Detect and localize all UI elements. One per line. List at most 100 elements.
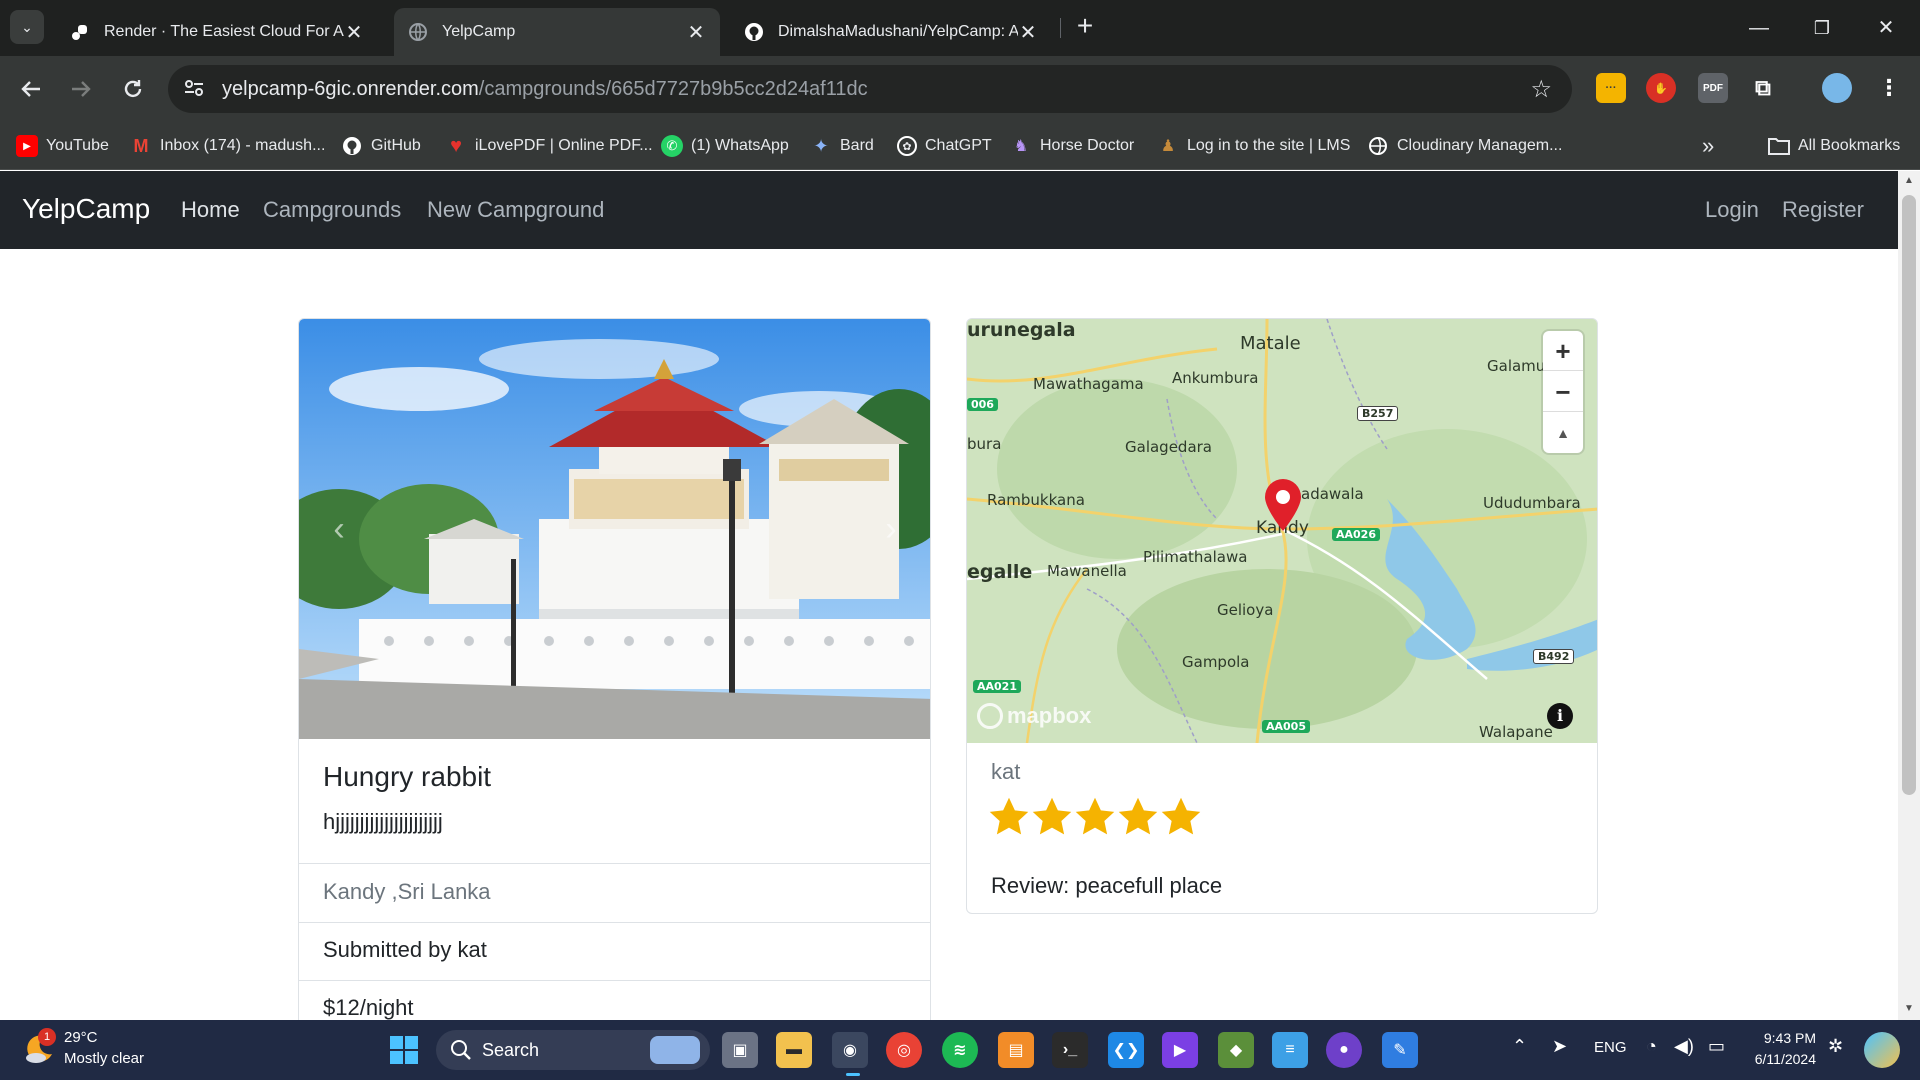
file-explorer-icon[interactable]: ▬: [776, 1032, 812, 1068]
bookmark-gmail[interactable]: M Inbox (174) - madush...: [130, 132, 326, 160]
map-label: Galagedara: [1125, 438, 1212, 456]
bookmark-label: iLovePDF | Online PDF...: [475, 137, 653, 154]
forward-button[interactable]: [64, 72, 98, 106]
road-badge: AA021: [973, 680, 1021, 693]
close-window-button[interactable]: ✕: [1872, 14, 1900, 42]
tab-search-button[interactable]: ⌄: [10, 10, 44, 44]
pdf-app-icon[interactable]: ▤: [998, 1032, 1034, 1068]
carousel-prev-button[interactable]: ‹: [319, 509, 359, 549]
bookmark-ilovepdf[interactable]: ♥ iLovePDF | Online PDF...: [445, 132, 653, 160]
paint-icon[interactable]: ✎: [1382, 1032, 1418, 1068]
nav-campgrounds[interactable]: Campgrounds: [263, 197, 401, 223]
nav-register[interactable]: Register: [1782, 197, 1864, 223]
map-label: Matale: [1240, 333, 1301, 354]
location-icon[interactable]: ➤: [1552, 1036, 1567, 1057]
battery-icon[interactable]: ▭: [1708, 1036, 1725, 1057]
bookmarks-overflow-button[interactable]: »: [1702, 132, 1714, 160]
windows-start-icon[interactable]: [386, 1032, 422, 1068]
github-desktop-icon[interactable]: ●: [1326, 1032, 1362, 1068]
new-tab-button[interactable]: +: [1070, 12, 1100, 42]
compass-icon[interactable]: ▲: [1543, 413, 1583, 453]
git-app-icon[interactable]: ◆: [1218, 1032, 1254, 1068]
task-view-icon[interactable]: ▣: [722, 1032, 758, 1068]
zoom-in-button[interactable]: +: [1543, 331, 1583, 371]
tab-github[interactable]: DimalshaMadushani/YelpCamp: A ✕: [730, 8, 1052, 56]
clock-date[interactable]: 6/11/2024: [1734, 1051, 1816, 1067]
carousel-next-button[interactable]: ›: [871, 509, 911, 549]
clock-time[interactable]: 9:43 PM: [1756, 1030, 1816, 1046]
close-tab-icon[interactable]: ✕: [344, 20, 364, 45]
temple-photo: [299, 319, 930, 739]
vscode-icon[interactable]: ❮❯: [1108, 1032, 1144, 1068]
scroll-up-icon[interactable]: ▲: [1902, 175, 1916, 186]
back-button[interactable]: [14, 72, 48, 106]
mapbox-mark-icon: [977, 703, 1003, 729]
github-icon: [341, 135, 363, 157]
browser-tab-strip: ⌄ Render · The Easiest Cloud For All ✕ Y…: [0, 0, 1920, 56]
nav-home[interactable]: Home: [181, 197, 240, 223]
language-indicator[interactable]: ENG: [1594, 1039, 1627, 1056]
bookmark-github[interactable]: GitHub: [341, 132, 421, 160]
bookmark-label: Cloudinary Managem...: [1397, 137, 1563, 154]
campground-map[interactable]: urunegala Matale Galamu Mawathagama Anku…: [967, 319, 1597, 743]
spotify-icon[interactable]: ≋: [942, 1032, 978, 1068]
scrollbar-thumb[interactable]: [1902, 195, 1916, 795]
tab-yelpcamp[interactable]: YelpCamp ✕: [394, 8, 720, 56]
chrome-profile-icon[interactable]: ◉: [832, 1032, 868, 1068]
campground-title: Hungry rabbit: [323, 761, 492, 792]
pdf-extension-icon[interactable]: PDF: [1698, 73, 1728, 103]
taskbar-search[interactable]: Search: [436, 1030, 710, 1070]
bookmark-horse-doctor[interactable]: ♞ Horse Doctor: [1010, 132, 1134, 160]
wifi-icon[interactable]: ◔: [1646, 1036, 1657, 1057]
browser-menu-icon[interactable]: ⋮: [1874, 73, 1904, 103]
bookmark-youtube[interactable]: ▶ YouTube: [16, 132, 109, 160]
restore-button[interactable]: ❐: [1808, 14, 1836, 42]
page-scrollbar[interactable]: ▲ ▼: [1898, 171, 1920, 1020]
mapbox-logo[interactable]: mapbox: [977, 703, 1091, 729]
site-brand[interactable]: YelpCamp: [22, 193, 150, 225]
nav-new-campground[interactable]: New Campground: [427, 197, 604, 223]
focus-settings-icon[interactable]: ✲: [1828, 1036, 1843, 1057]
bookmark-star-icon[interactable]: ☆: [1530, 75, 1552, 104]
tray-overflow-icon[interactable]: ⌃: [1512, 1036, 1527, 1057]
adblock-extension-icon[interactable]: ✋: [1646, 73, 1676, 103]
bookmarks-bar: ▶ YouTube M Inbox (174) - madush... GitH…: [0, 122, 1920, 170]
bookmark-cloudinary[interactable]: Cloudinary Managem...: [1367, 132, 1562, 160]
map-label: Mawathagama: [1033, 375, 1144, 393]
terminal-icon[interactable]: ›_: [1052, 1032, 1088, 1068]
close-tab-icon[interactable]: ✕: [686, 20, 706, 45]
nav-login[interactable]: Login: [1705, 197, 1759, 223]
tab-render[interactable]: Render · The Easiest Cloud For All ✕: [56, 8, 378, 56]
notepad-icon[interactable]: ≡: [1272, 1032, 1308, 1068]
profile-avatar[interactable]: [1822, 73, 1852, 103]
all-bookmarks-button[interactable]: All Bookmarks: [1768, 132, 1900, 160]
mapbox-wordmark: mapbox: [1007, 703, 1092, 728]
scroll-down-icon[interactable]: ▼: [1902, 1003, 1916, 1014]
bookmark-chatgpt[interactable]: ✿ ChatGPT: [897, 132, 992, 160]
weather-temp[interactable]: 29°C: [64, 1029, 98, 1046]
chrome-icon[interactable]: ◎: [886, 1032, 922, 1068]
reload-button[interactable]: [116, 72, 150, 106]
bookmark-bard[interactable]: ✦ Bard: [810, 132, 873, 160]
address-bar[interactable]: yelpcamp-6gic.onrender.com/campgrounds/6…: [168, 65, 1572, 113]
campground-location: Kandy ,Sri Lanka: [299, 865, 930, 923]
visual-studio-icon[interactable]: ▶: [1162, 1032, 1198, 1068]
volume-icon[interactable]: ◀): [1674, 1036, 1694, 1057]
youtube-icon: ▶: [16, 135, 38, 157]
url-text[interactable]: yelpcamp-6gic.onrender.com/campgrounds/6…: [222, 78, 868, 101]
bookmark-whatsapp[interactable]: ✆ (1) WhatsApp: [661, 132, 789, 160]
bookmark-lms[interactable]: ♟ Log in to the site | LMS: [1157, 132, 1351, 160]
map-pin-icon[interactable]: [1263, 479, 1303, 533]
minimize-button[interactable]: —: [1745, 14, 1773, 42]
extension-icon[interactable]: ···: [1596, 73, 1626, 103]
ilovepdf-icon: ♥: [450, 134, 462, 157]
site-info-icon[interactable]: [182, 77, 206, 101]
map-label: Gelioya: [1217, 601, 1274, 619]
attribution-info-icon[interactable]: i: [1547, 703, 1573, 729]
weather-condition[interactable]: Mostly clear: [64, 1050, 144, 1067]
campground-description: hjjjjjjjjjjjjjjjjjjjjjj: [323, 809, 443, 834]
zoom-out-button[interactable]: −: [1543, 372, 1583, 412]
close-tab-icon[interactable]: ✕: [1018, 20, 1038, 45]
copilot-icon[interactable]: [1864, 1032, 1900, 1068]
extensions-puzzle-icon[interactable]: ⧉: [1748, 73, 1778, 103]
